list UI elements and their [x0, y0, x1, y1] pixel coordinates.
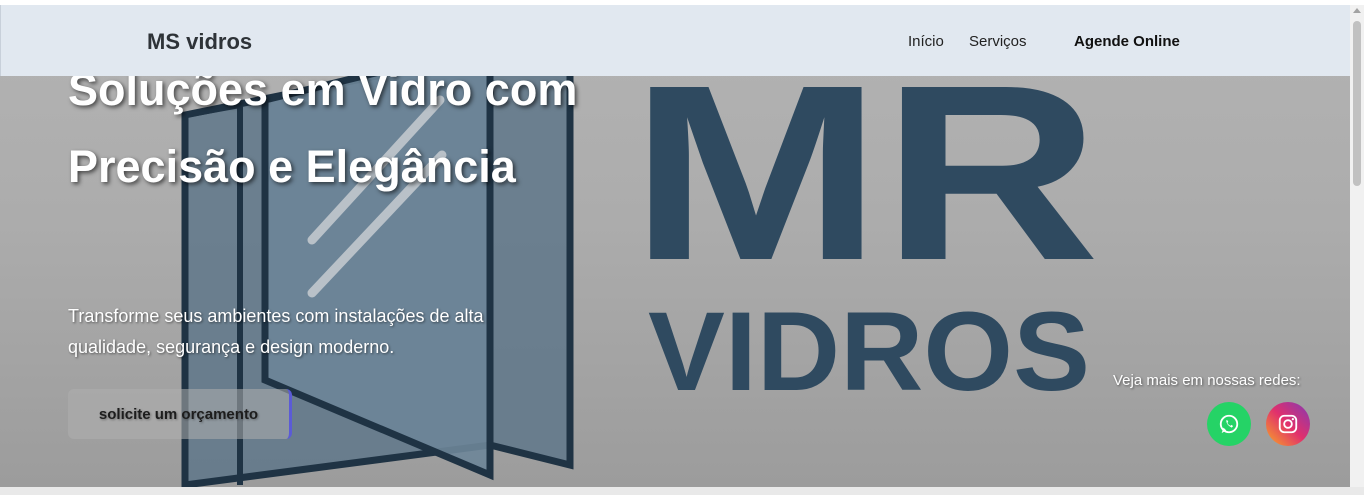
logo-text-vidros: VIDROS: [648, 289, 1090, 414]
instagram-icon: [1278, 414, 1298, 434]
hero-section: MR VIDROS Soluções em Vidro com Precisão…: [0, 5, 1350, 487]
top-navbar: MS vidros Início Serviços Agende Online: [0, 5, 1350, 76]
instagram-button[interactable]: [1266, 402, 1310, 446]
nav-link-servicos[interactable]: Serviços: [969, 33, 1027, 50]
whatsapp-icon: [1219, 414, 1239, 434]
scroll-up-arrow-icon[interactable]: [1353, 8, 1361, 13]
page-bottom-edge: [0, 487, 1364, 495]
vertical-scrollbar[interactable]: [1350, 5, 1364, 487]
whatsapp-button[interactable]: [1207, 402, 1251, 446]
brand-logo-text[interactable]: MS vidros: [147, 29, 252, 55]
scrollbar-thumb[interactable]: [1353, 21, 1361, 186]
nav-link-inicio[interactable]: Início: [908, 33, 944, 50]
nav-link-agende-online[interactable]: Agende Online: [1074, 33, 1180, 50]
social-label: Veja mais em nossas redes:: [1113, 372, 1301, 389]
hero-subtitle: Transforme seus ambientes com instalaçõe…: [68, 306, 484, 357]
request-quote-button[interactable]: solicite um orçamento: [68, 389, 292, 439]
